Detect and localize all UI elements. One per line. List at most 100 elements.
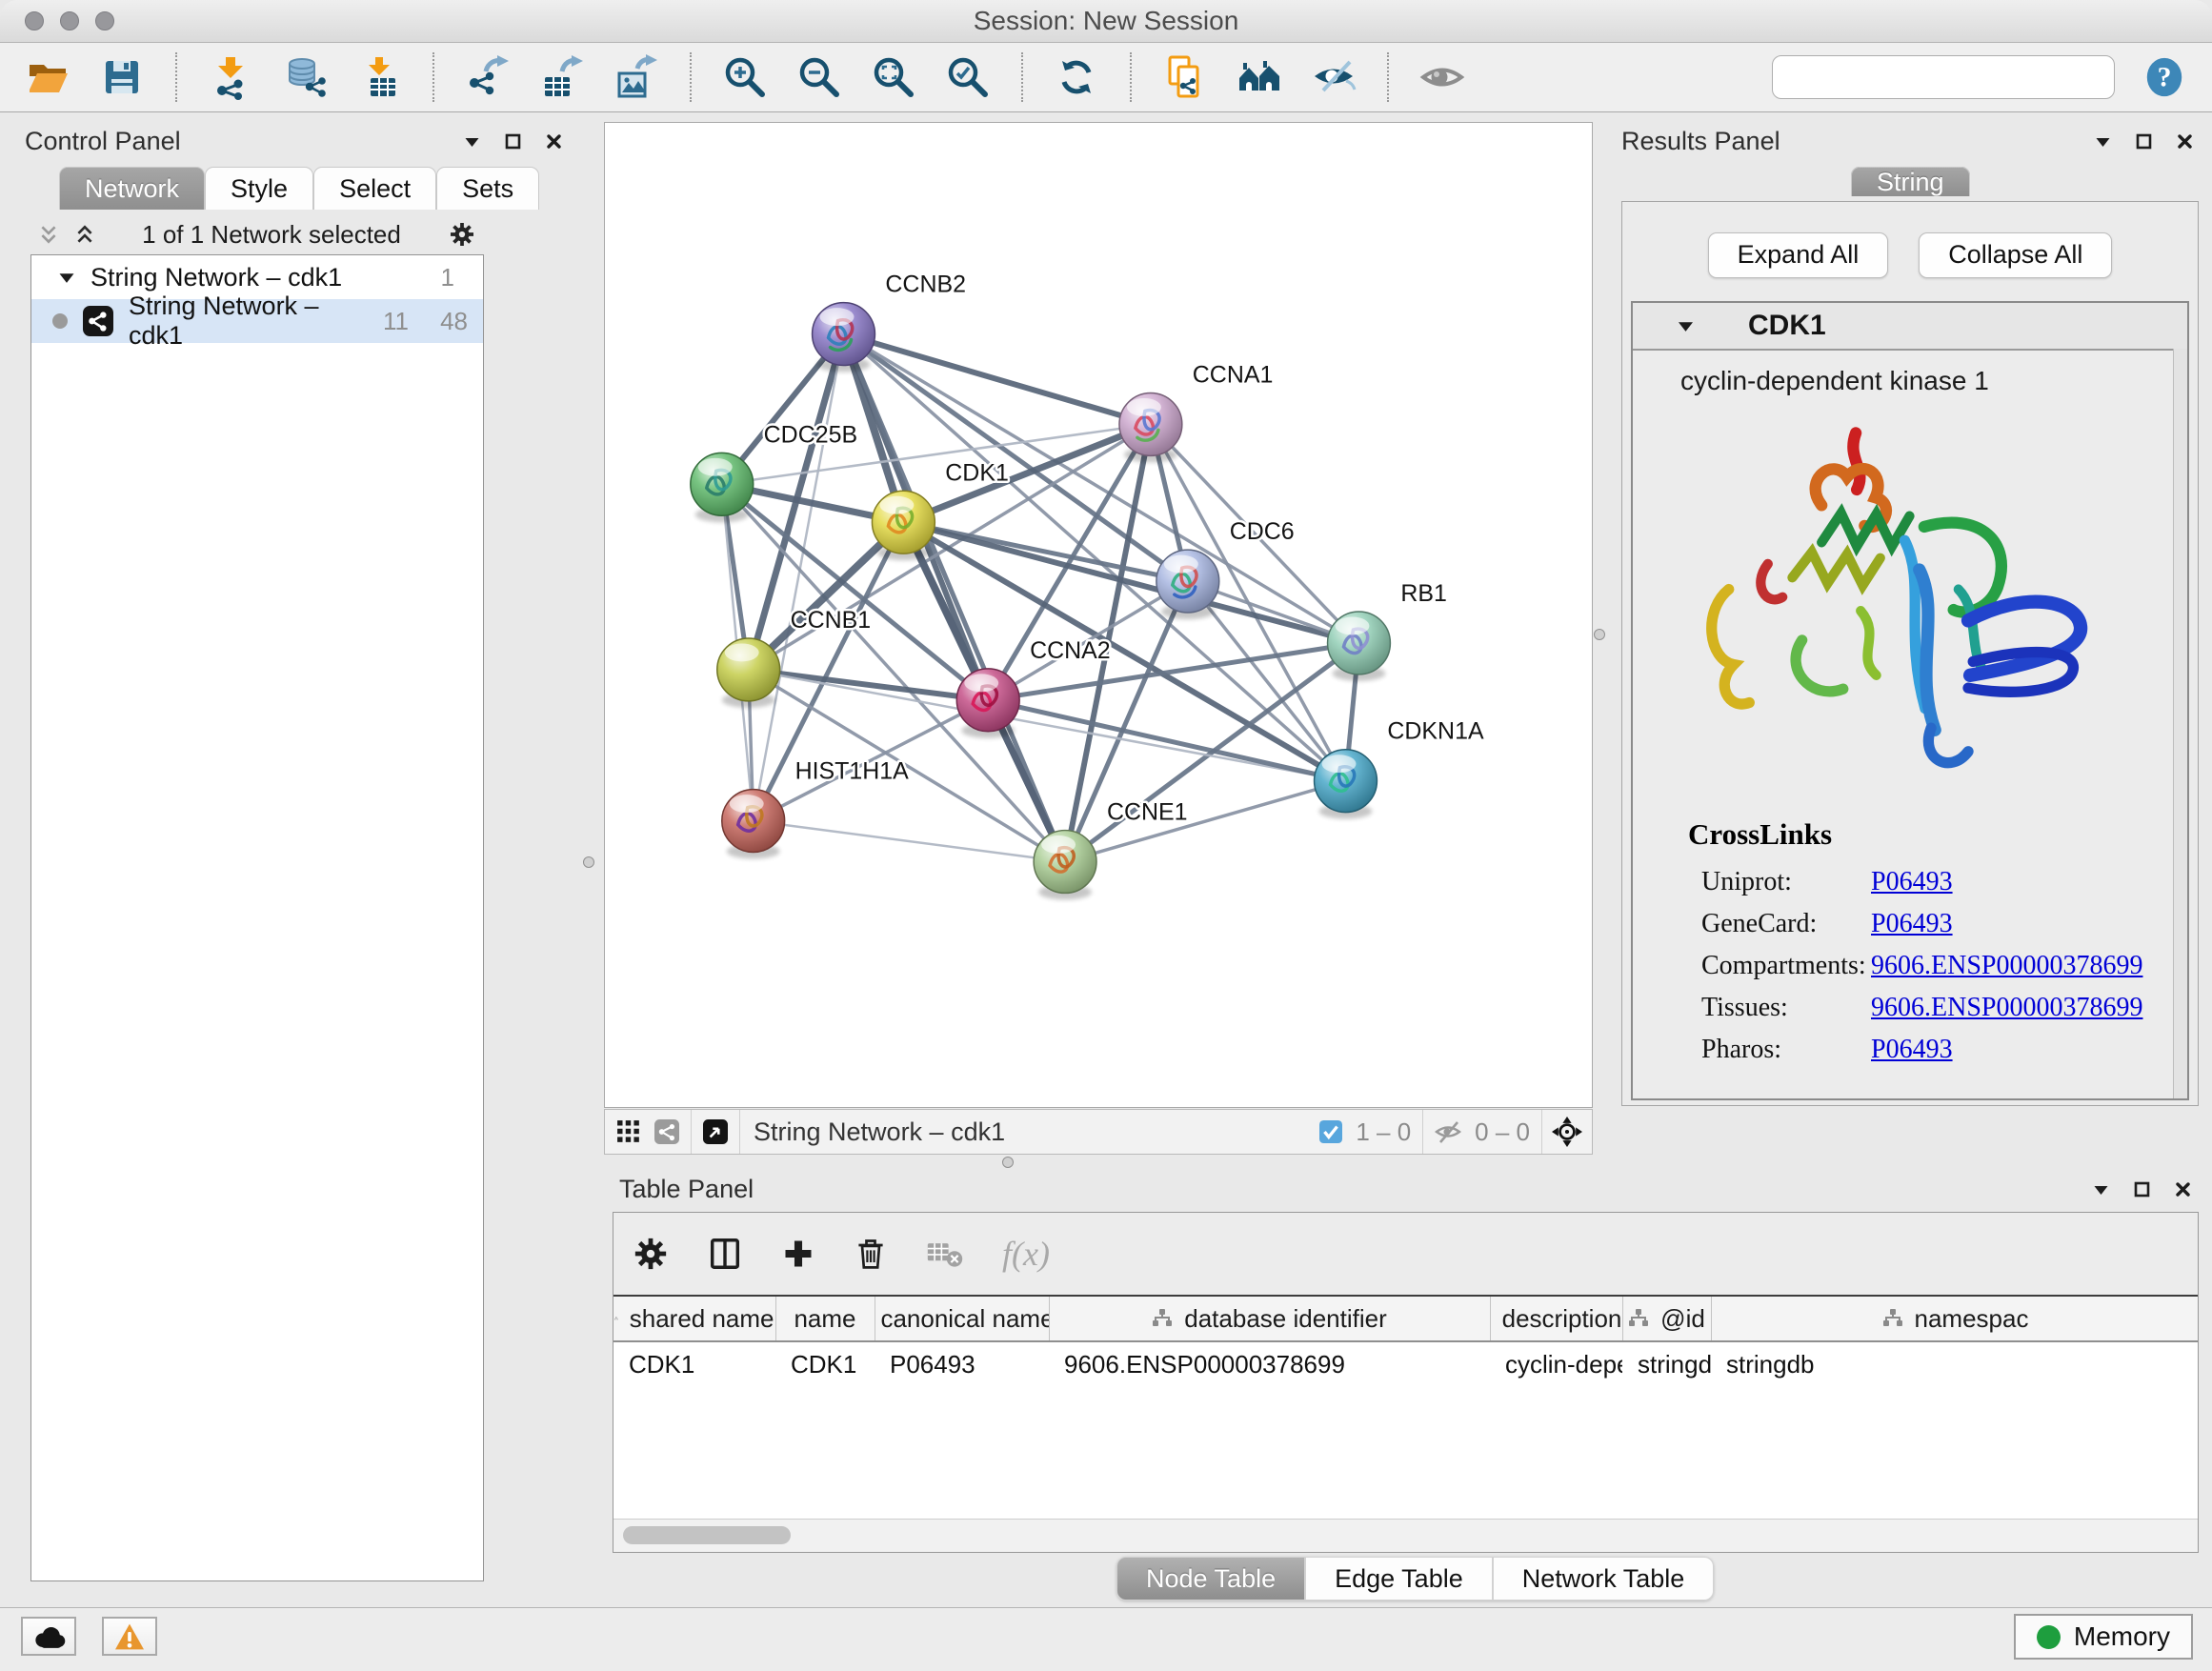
network-node-CCNB2[interactable]: [813, 303, 875, 372]
network-node-CCNE1[interactable]: [1034, 831, 1096, 900]
function-builder-button[interactable]: f(x): [1002, 1234, 1050, 1274]
network-edge-CCNA1-CDK1[interactable]: [903, 424, 1150, 522]
detach-view-icon[interactable]: [703, 1119, 728, 1144]
string-home-button[interactable]: [1235, 52, 1284, 102]
column-header-description[interactable]: description: [1490, 1297, 1622, 1341]
tree-expand-icon[interactable]: [58, 271, 75, 285]
panel-menu-icon[interactable]: [2093, 1183, 2109, 1197]
selected-checkbox-icon[interactable]: [1319, 1120, 1342, 1143]
show-panels-button[interactable]: [1418, 52, 1467, 102]
hidden-eye-slash-icon[interactable]: [1435, 1118, 1461, 1145]
table-cell[interactable]: 9606.ENSP00000378699: [1049, 1341, 1490, 1386]
column-header-canonical-name[interactable]: canonical name: [875, 1297, 1049, 1341]
crosslink-compartments--link[interactable]: 9606.ENSP00000378699: [1871, 951, 2142, 981]
network-edge-CCNB1-CCNA2[interactable]: [749, 670, 989, 700]
table-horizontal-scrollbar[interactable]: [613, 1519, 2198, 1552]
float-panel-icon[interactable]: [505, 133, 521, 150]
close-panel-icon[interactable]: [546, 133, 562, 150]
float-panel-icon[interactable]: [2134, 1181, 2150, 1198]
zoom-in-button[interactable]: [720, 52, 770, 102]
column-header-shared-name[interactable]: shared name: [613, 1297, 775, 1341]
network-node-RB1[interactable]: [1328, 612, 1391, 681]
import-network-file-button[interactable]: [206, 52, 255, 102]
panel-menu-icon[interactable]: [2095, 135, 2111, 149]
results-scrollbar[interactable]: [2173, 349, 2187, 1098]
minimize-window-button[interactable]: [60, 11, 79, 30]
automation-cloud-button[interactable]: [21, 1617, 76, 1656]
crosslink-genecard--link[interactable]: P06493: [1871, 909, 1953, 939]
zoom-out-button[interactable]: [794, 52, 844, 102]
network-edge-HIST1H1A-CCNE1[interactable]: [754, 821, 1065, 862]
network-node-CDC25B[interactable]: [691, 453, 754, 522]
help-button[interactable]: ?: [2140, 52, 2189, 102]
column-header--id[interactable]: @id: [1622, 1297, 1711, 1341]
warnings-button[interactable]: [102, 1617, 157, 1656]
network-edge-CCNB2-RB1[interactable]: [844, 334, 1359, 643]
column-header-namespac[interactable]: namespac: [1711, 1297, 2198, 1341]
table-cell[interactable]: stringdb:9...: [1622, 1341, 1711, 1386]
zoom-window-button[interactable]: [95, 11, 114, 30]
close-window-button[interactable]: [25, 11, 44, 30]
network-edge-CCNB2-CCNA1[interactable]: [844, 334, 1151, 425]
network-node-CDK1[interactable]: [872, 491, 935, 560]
delete-table-icon[interactable]: [926, 1238, 964, 1270]
crosslink-pharos--link[interactable]: P06493: [1871, 1035, 1953, 1065]
table-cell[interactable]: cyclin-dependent ...: [1490, 1341, 1622, 1386]
tab-sets[interactable]: Sets: [436, 167, 539, 210]
split-columns-icon[interactable]: [707, 1236, 743, 1272]
zoom-fit-button[interactable]: [869, 52, 918, 102]
export-table-button[interactable]: [537, 52, 587, 102]
float-panel-icon[interactable]: [2136, 133, 2152, 150]
import-network-database-button[interactable]: [280, 52, 330, 102]
birdseye-crosshair-icon[interactable]: [1552, 1117, 1582, 1147]
search-box[interactable]: [1772, 55, 2115, 99]
zoom-selected-button[interactable]: [943, 52, 993, 102]
section-collapse-icon[interactable]: [1677, 319, 1695, 333]
close-panel-icon[interactable]: [2177, 133, 2193, 150]
delete-column-trash-icon[interactable]: [854, 1237, 888, 1271]
apply-layout-button[interactable]: [1052, 52, 1101, 102]
left-splitter-handle[interactable]: [583, 856, 594, 868]
column-header-name[interactable]: name: [775, 1297, 875, 1341]
table-cell[interactable]: P06493: [875, 1341, 1049, 1386]
tab-node-table[interactable]: Node Table: [1116, 1557, 1305, 1601]
add-column-plus-icon[interactable]: [781, 1237, 815, 1271]
crosslink-tissues--link[interactable]: 9606.ENSP00000378699: [1871, 993, 2142, 1023]
export-network-button[interactable]: [463, 52, 513, 102]
column-header-database-identifier[interactable]: database identifier: [1049, 1297, 1490, 1341]
network-node-CDKN1A[interactable]: [1315, 750, 1377, 819]
panel-menu-icon[interactable]: [464, 135, 480, 149]
network-node-CCNA2[interactable]: [956, 669, 1019, 738]
table-cell[interactable]: CDK1: [775, 1341, 875, 1386]
table-cell[interactable]: stringdb: [1711, 1341, 2198, 1386]
crosslink-uniprot--link[interactable]: P06493: [1871, 867, 1953, 897]
hide-results-panel-button[interactable]: [1309, 52, 1358, 102]
share-view-icon[interactable]: [654, 1119, 679, 1144]
tab-network-table[interactable]: Network Table: [1493, 1557, 1715, 1601]
expand-all-icon[interactable]: [74, 224, 95, 245]
open-file-button[interactable]: [23, 52, 72, 102]
memory-button[interactable]: Memory: [2014, 1614, 2193, 1660]
tab-network[interactable]: Network: [59, 167, 205, 210]
network-row-selected[interactable]: String Network – cdk1 11 48: [31, 299, 483, 343]
tab-select[interactable]: Select: [313, 167, 436, 210]
network-graph[interactable]: CCNB2CCNA1CDC25BCDK1CDC6RB1CCNB1CCNA2CDK…: [605, 123, 1592, 1107]
network-node-CDC6[interactable]: [1156, 550, 1219, 619]
clone-network-button[interactable]: [1160, 52, 1210, 102]
table-settings-gear-icon[interactable]: [633, 1236, 669, 1272]
close-panel-icon[interactable]: [2175, 1181, 2191, 1198]
table-cell[interactable]: CDK1: [613, 1341, 775, 1386]
collapse-all-button[interactable]: Collapse All: [1919, 232, 2112, 278]
network-node-HIST1H1A[interactable]: [722, 790, 785, 859]
expand-all-button[interactable]: Expand All: [1708, 232, 1889, 278]
network-options-gear-icon[interactable]: [448, 220, 476, 249]
network-edge-CCNB2-HIST1H1A[interactable]: [754, 334, 844, 821]
toolbar-search-input[interactable]: [1792, 62, 2115, 93]
network-node-CCNA1[interactable]: [1119, 393, 1182, 462]
tab-style[interactable]: Style: [205, 167, 313, 210]
export-image-button[interactable]: [612, 52, 661, 102]
collapse-all-icon[interactable]: [38, 224, 59, 245]
grid-view-icon[interactable]: [616, 1119, 641, 1144]
tab-string[interactable]: String: [1851, 167, 1970, 196]
scrollbar-thumb[interactable]: [623, 1526, 791, 1544]
